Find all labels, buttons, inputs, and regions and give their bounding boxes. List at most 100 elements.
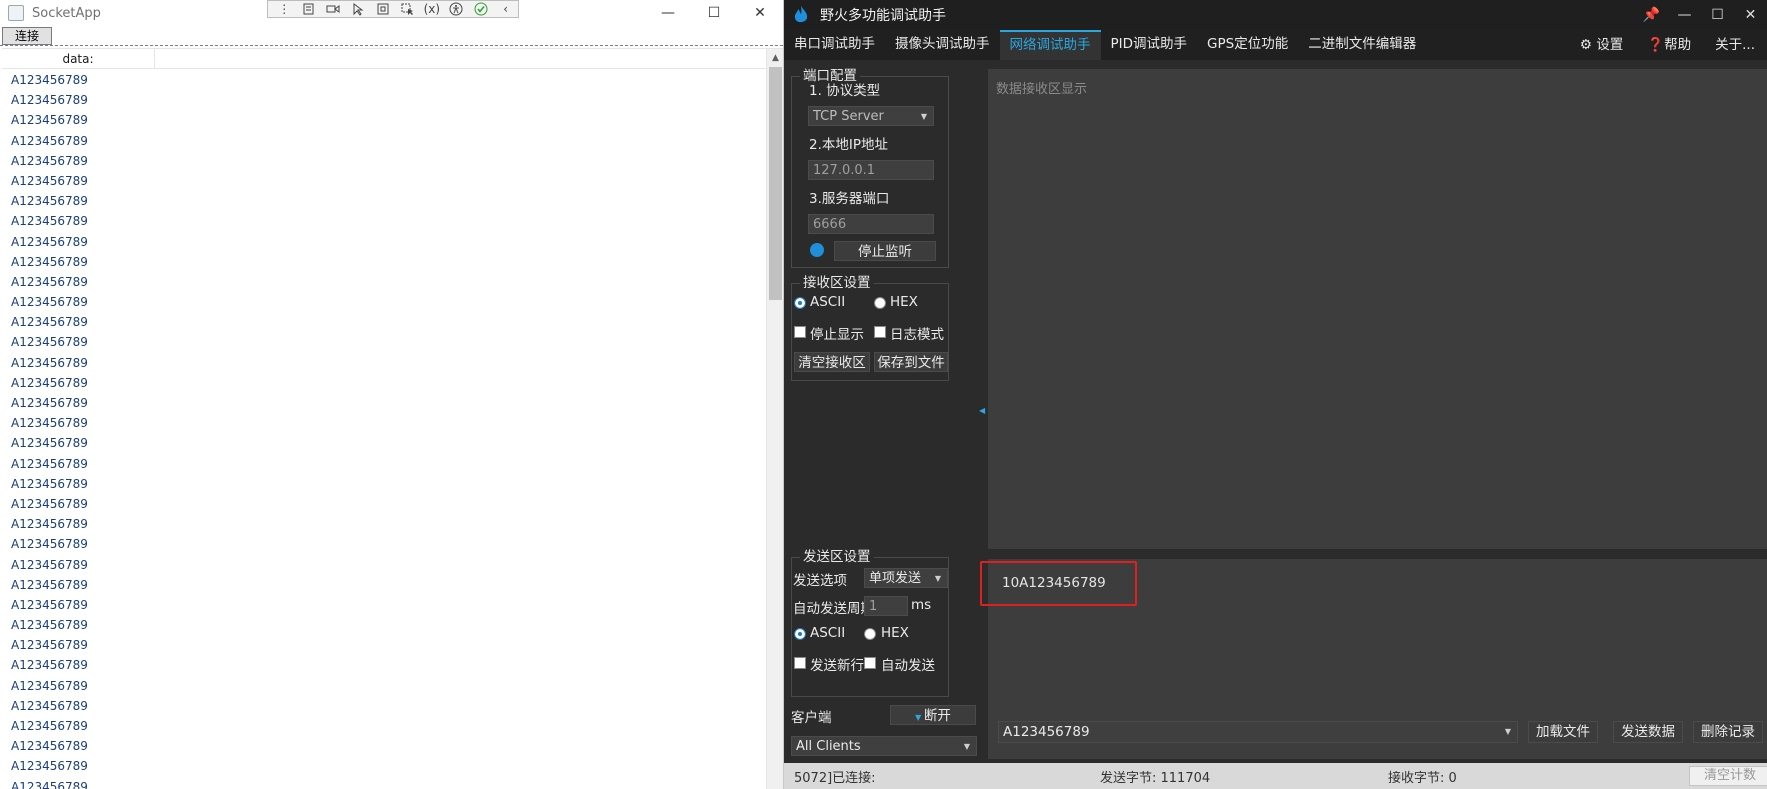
splitter-arrow-icon[interactable]: ◀ [979, 406, 985, 416]
protocol-label: 1. 协议类型 [809, 83, 881, 99]
binding-failures-icon[interactable]: (x) [420, 1, 445, 17]
settings-menu[interactable]: ⚙ 设置 [1568, 30, 1635, 60]
minimize-icon[interactable]: — [1668, 0, 1701, 30]
recv-ascii-radio[interactable] [794, 297, 806, 309]
list-item[interactable]: A123456789 [2, 131, 764, 151]
list-item[interactable]: A123456789 [2, 555, 764, 575]
list-item[interactable]: A123456789 [2, 575, 764, 595]
send-data-button[interactable]: 发送数据 [1613, 721, 1683, 743]
scroll-up-icon[interactable]: ▲ [767, 49, 783, 66]
list-item[interactable]: A123456789 [2, 514, 764, 534]
list-item[interactable]: A123456789 [2, 171, 764, 191]
socketapp-toolbar: 连接 [0, 26, 783, 46]
send-option-select[interactable]: 单项发送 ▼ [864, 568, 948, 588]
stop-listen-button[interactable]: 停止监听 [834, 241, 936, 261]
list-item[interactable]: A123456789 [2, 70, 764, 90]
xaml-debug-toolbar: ⋮ (x) ‹ [267, 0, 519, 18]
list-item[interactable]: A123456789 [2, 292, 764, 312]
auto-period-field[interactable]: 1 [864, 596, 908, 616]
maximize-icon[interactable]: ☐ [1701, 0, 1734, 30]
tab-gps[interactable]: GPS定位功能 [1197, 30, 1298, 60]
drag-handle-icon[interactable]: ⋮ [272, 1, 297, 17]
list-item[interactable]: A123456789 [2, 332, 764, 352]
list-item[interactable]: A123456789 [2, 312, 764, 332]
select-element-icon[interactable] [346, 1, 371, 17]
receive-area[interactable]: 数据接收区显示 [988, 69, 1767, 549]
list-item[interactable]: A123456789 [2, 494, 764, 514]
list-item[interactable]: A123456789 [2, 736, 764, 756]
send-newline-checkbox[interactable] [794, 657, 806, 669]
client-select[interactable]: All Clients ▼ [791, 736, 977, 756]
column-header-data[interactable]: data: [2, 49, 155, 68]
pin-icon[interactable]: 📌 [1635, 0, 1668, 30]
list-item[interactable]: A123456789 [2, 756, 764, 776]
disconnect-button[interactable]: ▼ 断开 [890, 705, 976, 725]
load-file-button[interactable]: 加载文件 [1528, 721, 1598, 743]
list-item[interactable]: A123456789 [2, 474, 764, 494]
list-item[interactable]: A123456789 [2, 534, 764, 554]
stop-display-checkbox[interactable] [794, 326, 806, 338]
tab-camera[interactable]: 摄像头调试助手 [885, 30, 1000, 60]
recv-hex-radio[interactable] [874, 297, 886, 309]
send-hex-radio[interactable] [864, 628, 876, 640]
save-to-file-button[interactable]: 保存到文件 [874, 352, 948, 372]
ip-field[interactable]: 127.0.0.1 [808, 160, 934, 180]
record-icon[interactable] [321, 1, 346, 17]
tab-pid[interactable]: PID调试助手 [1101, 30, 1198, 60]
send-settings-group: 发送区设置 发送选项 单项发送 ▼ 自动发送周期 1 ms ASCII HEX … [791, 549, 949, 697]
tab-binary-editor[interactable]: 二进制文件编辑器 [1298, 30, 1426, 60]
list-item[interactable]: A123456789 [2, 232, 764, 252]
connect-button[interactable]: 连接 [2, 26, 53, 45]
tab-network[interactable]: 网络调试助手 [999, 30, 1101, 60]
clear-count-button[interactable]: 清空计数 [1689, 766, 1767, 786]
list-item[interactable]: A123456789 [2, 393, 764, 413]
maximize-icon[interactable]: ☐ [691, 0, 737, 26]
list-item[interactable]: A123456789 [2, 211, 764, 231]
list-item[interactable]: A123456789 [2, 272, 764, 292]
data-listview[interactable]: data: A123456789 A123456789 A123456789 A123… [2, 48, 783, 789]
list-item[interactable]: A123456789 [2, 454, 764, 474]
list-item[interactable]: A123456789 [2, 615, 764, 635]
list-item[interactable]: A123456789 [2, 353, 764, 373]
list-item[interactable]: A123456789 [2, 433, 764, 453]
about-menu[interactable]: 关于... [1703, 30, 1767, 60]
fire-debug-assistant-window: 野火多功能调试助手 📌 — ☐ ✕ 串口调试助手 摄像头调试助手 网络调试助手 … [784, 0, 1767, 789]
list-item[interactable]: A123456789 [2, 252, 764, 272]
collapse-chevron-icon[interactable]: ‹ [493, 1, 518, 17]
tab-serial[interactable]: 串口调试助手 [784, 30, 885, 60]
help-menu[interactable]: ❓帮助 [1635, 30, 1703, 60]
list-item[interactable]: A123456789 [2, 90, 764, 110]
scroll-thumb[interactable] [769, 67, 782, 300]
delete-history-button[interactable]: 删除记录 [1693, 721, 1763, 743]
port-field[interactable]: 6666 [808, 214, 934, 234]
list-item[interactable]: A123456789 [2, 777, 764, 789]
list-item[interactable]: A123456789 [2, 635, 764, 655]
list-item[interactable]: A123456789 [2, 151, 764, 171]
live-tree-icon[interactable] [297, 1, 322, 17]
list-item[interactable]: A123456789 [2, 595, 764, 615]
track-focus-icon[interactable] [395, 1, 420, 17]
send-ascii-radio[interactable] [794, 628, 806, 640]
disconnect-label: 断开 [923, 708, 951, 724]
clear-recv-button[interactable]: 清空接收区 [794, 352, 870, 372]
list-item[interactable]: A123456789 [2, 716, 764, 736]
list-item[interactable]: A123456789 [2, 696, 764, 716]
accessibility-icon[interactable] [444, 1, 469, 17]
list-item[interactable]: A123456789 [2, 655, 764, 675]
list-item[interactable]: A123456789 [2, 191, 764, 211]
hot-reload-check-icon[interactable] [469, 1, 494, 17]
close-icon[interactable]: ✕ [737, 0, 783, 26]
log-mode-checkbox[interactable] [874, 326, 886, 338]
list-item[interactable]: A123456789 [2, 413, 764, 433]
list-item[interactable]: A123456789 [2, 676, 764, 696]
list-item[interactable]: A123456789 [2, 110, 764, 130]
send-settings-legend: 发送区设置 [800, 549, 874, 565]
auto-send-checkbox[interactable] [864, 657, 876, 669]
send-history-select[interactable]: A123456789 ▼ [998, 721, 1518, 743]
list-item[interactable]: A123456789 [2, 373, 764, 393]
close-icon[interactable]: ✕ [1734, 0, 1767, 30]
minimize-icon[interactable]: — [645, 0, 691, 26]
protocol-select[interactable]: TCP Server ▼ [808, 106, 934, 126]
vertical-scrollbar[interactable]: ▲ [766, 49, 783, 789]
layout-adorner-icon[interactable] [370, 1, 395, 17]
